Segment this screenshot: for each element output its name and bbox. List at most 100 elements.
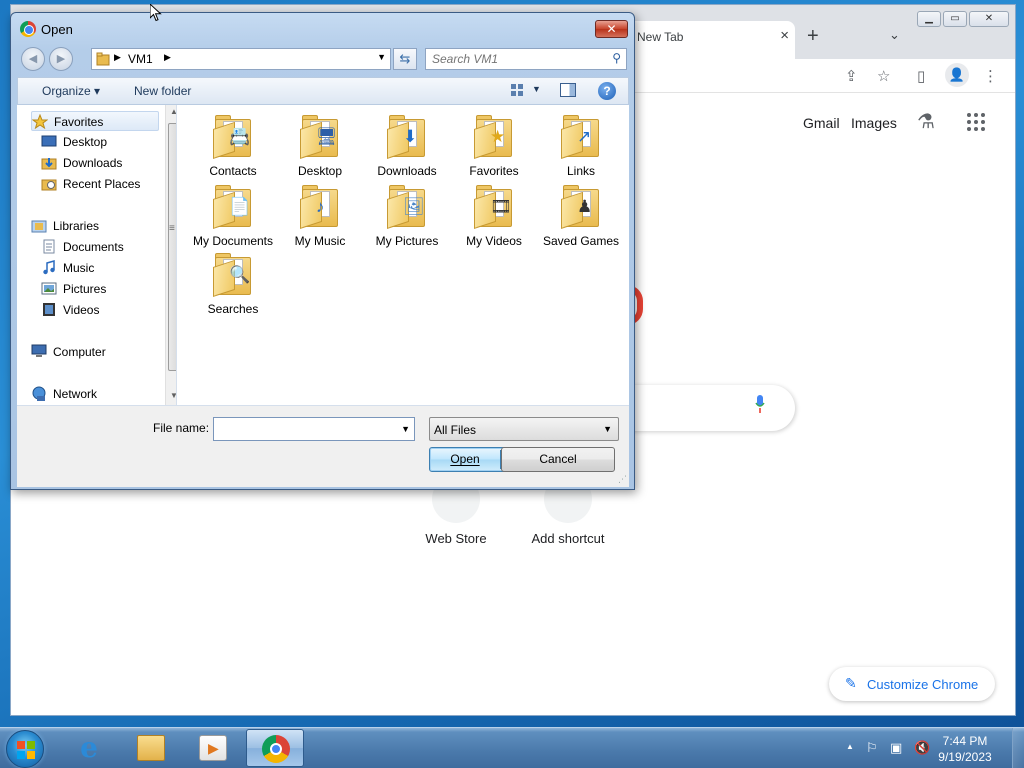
menu-kebab-icon[interactable]: ⋮ bbox=[983, 67, 998, 85]
labs-icon[interactable]: ⚗ bbox=[917, 109, 935, 134]
start-button[interactable] bbox=[6, 730, 44, 768]
customize-chrome-button[interactable]: ✎ Customize Chrome bbox=[829, 667, 995, 701]
nav-item-network[interactable]: Network bbox=[31, 384, 159, 404]
change-view-icon[interactable] bbox=[510, 83, 524, 97]
scroll-thumb[interactable] bbox=[168, 123, 176, 371]
folder-icon: 🖥 bbox=[300, 115, 340, 159]
file-type-select[interactable]: All Files ▼ bbox=[429, 417, 619, 441]
network-status-icon[interactable]: ▣ bbox=[890, 740, 902, 756]
nav-item-documents[interactable]: Documents bbox=[41, 237, 159, 257]
side-panel-icon[interactable]: ▯ bbox=[917, 67, 925, 85]
nav-item-label: Documents bbox=[63, 240, 124, 254]
help-icon[interactable]: ? bbox=[598, 82, 616, 100]
address-bar[interactable]: ▶ VM1 ▶ ▼ bbox=[91, 48, 391, 70]
taskbar-internet-explorer[interactable]: e bbox=[60, 729, 118, 767]
folder-contacts[interactable]: 📇 Contacts bbox=[189, 115, 277, 179]
nav-item-videos[interactable]: Videos bbox=[41, 300, 159, 320]
folder-my-pictures[interactable]: 🖼 My Pictures bbox=[363, 185, 451, 249]
images-link[interactable]: Images bbox=[851, 115, 897, 131]
file-name-input[interactable] bbox=[218, 419, 398, 439]
window-close-button[interactable]: ✕ bbox=[969, 11, 1009, 27]
clock[interactable]: 7:44 PM 9/19/2023 bbox=[930, 733, 1000, 765]
taskbar-chrome[interactable] bbox=[246, 729, 304, 767]
navigation-pane: Favorites Desktop Downloads Recent Places Li… bbox=[17, 105, 177, 405]
maximize-button[interactable]: ▭ bbox=[943, 11, 967, 27]
tab-close-icon[interactable]: × bbox=[780, 27, 789, 44]
minimize-button[interactable]: ▁ bbox=[917, 11, 941, 27]
breadcrumb-separator-icon[interactable]: ▶ bbox=[164, 52, 171, 63]
file-name-dropdown-icon[interactable]: ▼ bbox=[401, 424, 410, 434]
folder-my-documents[interactable]: 📄 My Documents bbox=[189, 185, 277, 249]
nav-scrollbar[interactable]: ▲ ≡ ▼ bbox=[165, 105, 176, 405]
address-row: ◀ ▶ ▶ VM1 ▶ ▼ ⇆ ⚲ bbox=[11, 43, 634, 75]
refresh-button[interactable]: ⇆ bbox=[393, 48, 417, 70]
tab-search-icon[interactable]: ⌄ bbox=[889, 27, 900, 43]
view-dropdown-icon[interactable]: ▼ bbox=[532, 84, 541, 94]
nav-item-desktop[interactable]: Desktop bbox=[41, 132, 159, 152]
nav-item-label: Recent Places bbox=[63, 177, 141, 191]
folder-desktop[interactable]: 🖥 Desktop bbox=[276, 115, 364, 179]
nav-item-downloads[interactable]: Downloads bbox=[41, 153, 159, 173]
folder-searches[interactable]: 🔍 Searches bbox=[189, 253, 277, 317]
folder-glyph-icon: ♪ bbox=[316, 197, 325, 216]
preview-pane-icon[interactable] bbox=[560, 83, 576, 97]
nav-item-label: Downloads bbox=[63, 156, 123, 170]
nav-item-music[interactable]: Music bbox=[41, 258, 159, 278]
share-icon[interactable]: ⇪ bbox=[845, 67, 858, 85]
recent-places-icon bbox=[41, 176, 57, 191]
show-desktop-button[interactable] bbox=[1012, 728, 1024, 768]
back-button[interactable]: ◀ bbox=[21, 47, 45, 71]
resize-grip-icon[interactable]: ⋰ bbox=[618, 474, 627, 485]
folder-icon: 📇 bbox=[213, 115, 253, 159]
scroll-down-icon[interactable]: ▼ bbox=[170, 391, 176, 400]
folder-downloads[interactable]: ⬇ Downloads bbox=[363, 115, 451, 179]
address-dropdown-icon[interactable]: ▼ bbox=[377, 52, 386, 62]
folder-label: Links bbox=[566, 164, 595, 178]
forward-button[interactable]: ▶ bbox=[49, 47, 73, 71]
action-center-icon[interactable]: ⚐ bbox=[866, 740, 878, 756]
nav-item-libraries[interactable]: Libraries bbox=[31, 216, 159, 236]
media-player-icon bbox=[199, 735, 227, 761]
folder-glyph-icon: 🖥 bbox=[316, 127, 338, 146]
volume-muted-icon[interactable]: 🔇 bbox=[914, 740, 930, 756]
dialog-close-button[interactable]: ✕ bbox=[595, 20, 628, 38]
google-apps-icon[interactable] bbox=[967, 113, 985, 131]
folder-my-videos[interactable]: 🎞 My Videos bbox=[450, 185, 538, 249]
dialog-titlebar[interactable]: Open ✕ bbox=[11, 13, 634, 43]
folder-my-music[interactable]: ♪ My Music bbox=[276, 185, 364, 249]
folder-favorites[interactable]: ★ Favorites bbox=[450, 115, 538, 179]
nav-item-recent-places[interactable]: Recent Places bbox=[41, 174, 159, 194]
nav-item-label: Libraries bbox=[53, 219, 100, 233]
gmail-link[interactable]: Gmail bbox=[803, 115, 840, 131]
folder-links[interactable]: ↗ Links bbox=[537, 115, 625, 179]
tab-title: New Tab bbox=[637, 30, 684, 44]
search-input[interactable] bbox=[432, 50, 602, 68]
nav-item-label: Desktop bbox=[63, 135, 108, 149]
network-icon bbox=[31, 386, 47, 401]
bookmark-star-icon[interactable]: ☆ bbox=[877, 67, 890, 85]
new-tab-icon[interactable]: + bbox=[807, 25, 819, 48]
nav-item-pictures[interactable]: Pictures bbox=[41, 279, 159, 299]
taskbar-file-explorer[interactable] bbox=[122, 729, 180, 767]
open-label[interactable]: Open bbox=[430, 448, 500, 470]
folder-saved-games[interactable]: ♟ Saved Games bbox=[537, 185, 625, 249]
cancel-button[interactable]: Cancel bbox=[501, 447, 615, 472]
search-icon[interactable]: ⚲ bbox=[612, 51, 621, 65]
tab-new-tab[interactable]: New Tab × bbox=[623, 21, 795, 59]
new-folder-button[interactable]: New folder bbox=[134, 84, 191, 98]
nav-item-favorites[interactable]: Favorites bbox=[31, 111, 159, 131]
voice-search-icon[interactable] bbox=[755, 395, 765, 413]
file-name-combo[interactable]: ▼ bbox=[213, 417, 415, 441]
breadcrumb-vm1[interactable]: VM1 bbox=[128, 52, 153, 66]
scroll-up-icon[interactable]: ▲ bbox=[170, 107, 176, 116]
search-box[interactable]: ⚲ bbox=[425, 48, 627, 70]
profile-avatar[interactable]: 👤 bbox=[945, 63, 969, 87]
breadcrumb-separator-icon[interactable]: ▶ bbox=[114, 52, 121, 63]
nav-item-computer[interactable]: Computer bbox=[31, 342, 159, 362]
taskbar-media-player[interactable] bbox=[184, 729, 242, 767]
folder-glyph-icon: 📇 bbox=[229, 127, 251, 146]
show-hidden-icons[interactable]: ▲ bbox=[846, 742, 854, 751]
shortcut-label: Add shortcut bbox=[531, 531, 605, 546]
folder-glyph-icon: ★ bbox=[490, 127, 506, 146]
organize-menu[interactable]: Organize ▾ bbox=[42, 84, 100, 98]
